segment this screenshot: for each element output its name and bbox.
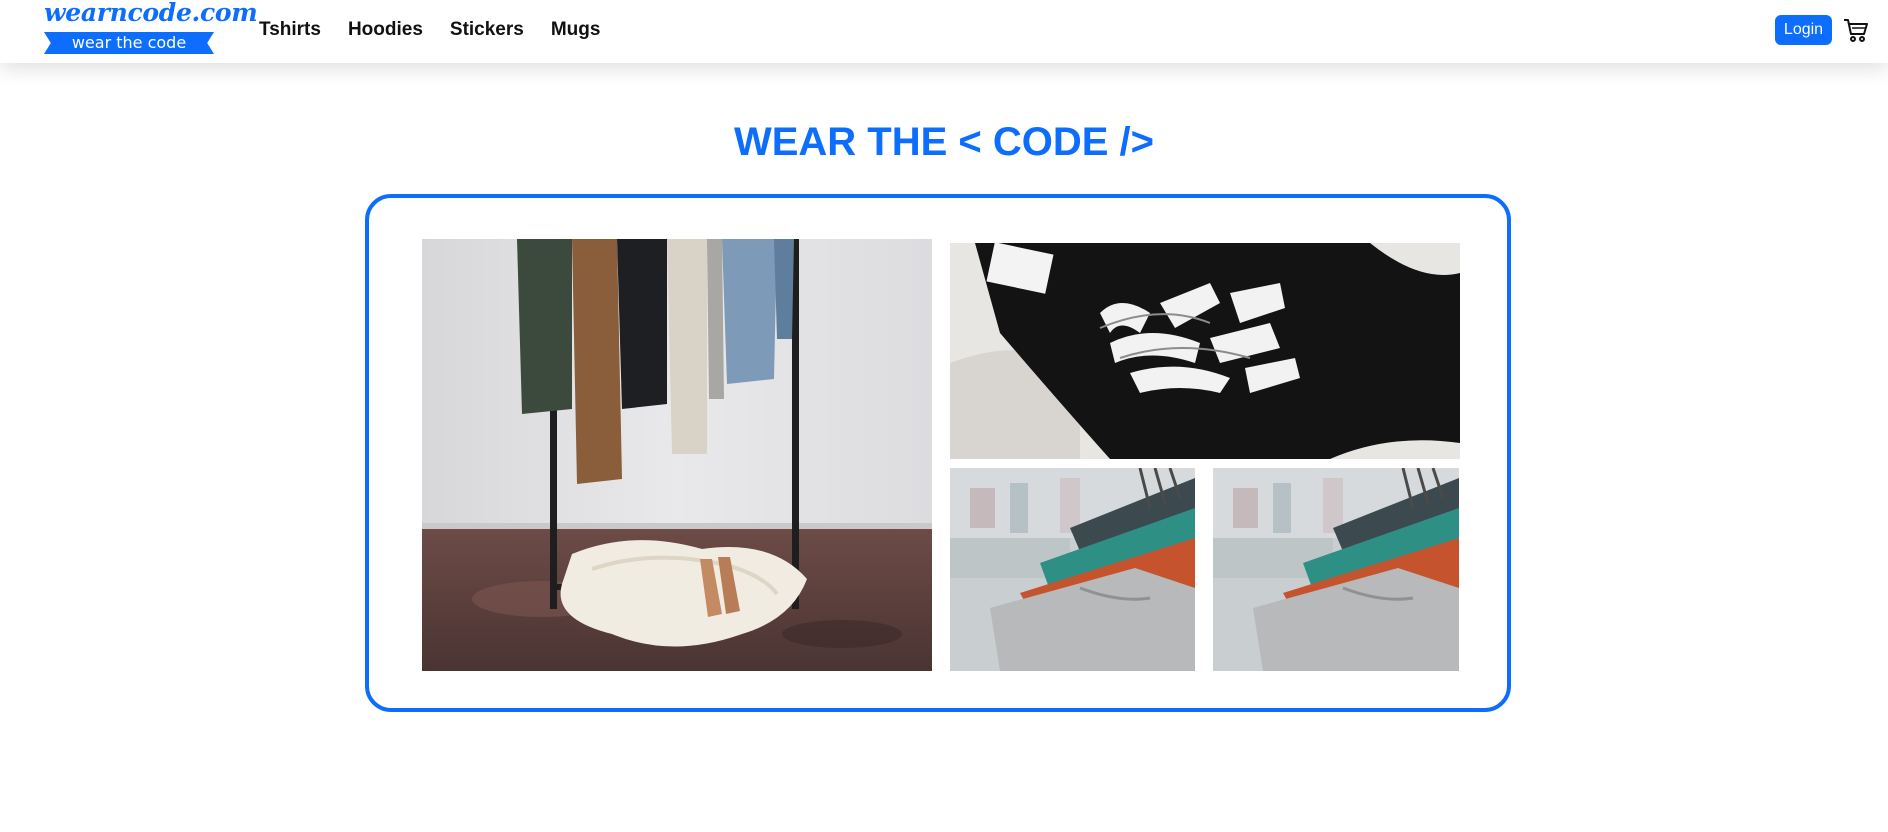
brand-name: wearncode.com (44, 0, 258, 27)
login-button[interactable]: Login (1775, 15, 1832, 45)
nav-link-mugs[interactable]: Mugs (551, 18, 601, 42)
nav-links: Tshirts Hoodies Stickers Mugs (259, 18, 627, 42)
brand-logo[interactable]: wearncode.com wear the code (44, 0, 258, 56)
brand-tagline: wear the code (71, 33, 187, 52)
nav-link-stickers[interactable]: Stickers (450, 18, 524, 42)
brand-ribbon: wear the code (44, 32, 214, 54)
clothing-rack-photo (422, 239, 932, 671)
nav-link-hoodies[interactable]: Hoodies (348, 18, 423, 42)
navbar: wearncode.com wear the code Tshirts Hood… (0, 0, 1888, 63)
black-graphic-tshirt-photo (950, 243, 1460, 459)
shopping-cart-icon[interactable] (1843, 17, 1869, 43)
hero-title: WEAR THE < CODE /> (733, 120, 1155, 164)
nav-link-tshirts[interactable]: Tshirts (259, 18, 321, 42)
hanging-tshirts-photo (1213, 468, 1459, 671)
hanging-tshirts-photo (950, 468, 1195, 671)
